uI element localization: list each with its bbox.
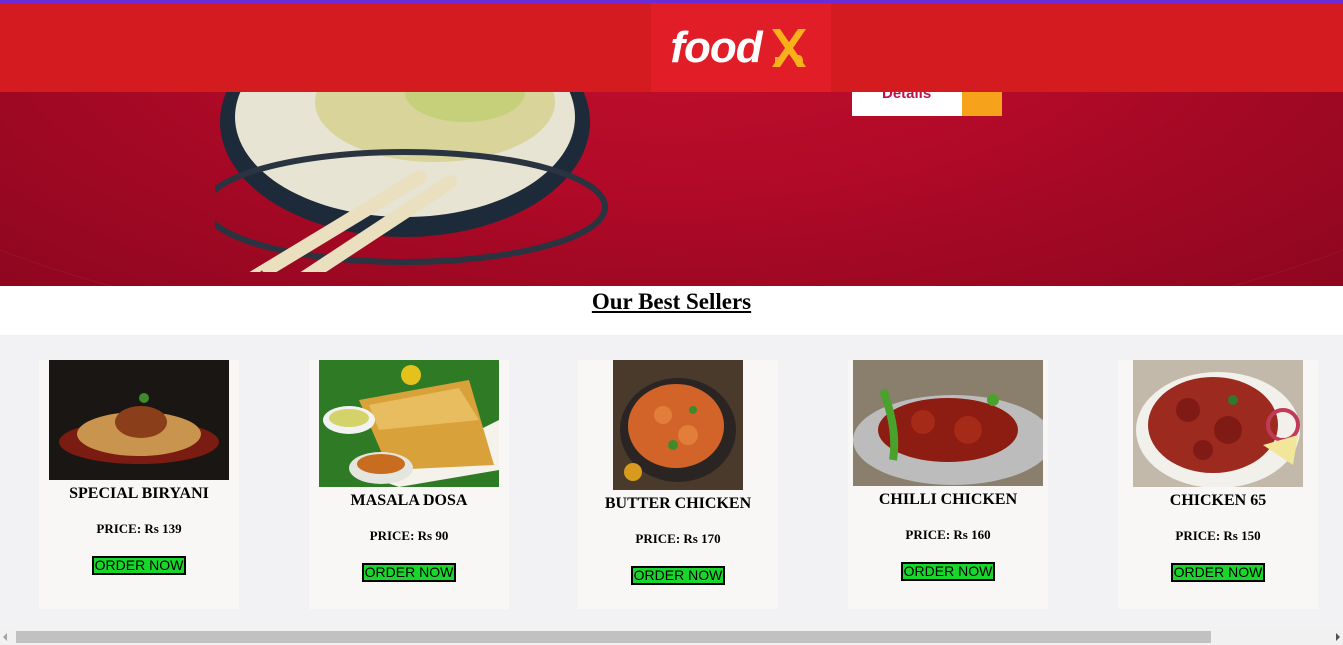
brand-logo[interactable]: food xyxy=(651,3,831,92)
details-button[interactable]: Details xyxy=(852,92,1002,116)
site-header: food xyxy=(0,3,1343,92)
horizontal-scrollbar[interactable] xyxy=(0,630,1343,645)
product-name: CHILLI CHICKEN xyxy=(878,491,1018,508)
product-price: PRICE: Rs 170 xyxy=(635,531,721,546)
product-card-dosa: MASALA DOSA PRICE: Rs 90 ORDER NOW xyxy=(309,360,509,609)
best-sellers-list: SPECIAL BIRYANI PRICE: Rs 139 ORDER NOW … xyxy=(0,335,1343,630)
order-now-button[interactable]: ORDER NOW xyxy=(361,563,457,582)
product-name: BUTTER CHICKEN xyxy=(604,495,752,512)
product-name: MASALA DOSA xyxy=(350,492,468,509)
order-now-button[interactable]: ORDER NOW xyxy=(900,562,996,581)
product-price: PRICE: Rs 150 xyxy=(1175,528,1261,543)
product-card-chicken-65: CHICKEN 65 PRICE: Rs 150 ORDER NOW xyxy=(1118,360,1318,609)
section-title: Our Best Sellers xyxy=(591,289,752,314)
order-now-button[interactable]: ORDER NOW xyxy=(1170,563,1266,582)
dosa-image xyxy=(319,360,499,487)
chevron-right-icon xyxy=(962,92,1002,116)
details-label: Details xyxy=(882,92,932,102)
scrollbar-thumb[interactable] xyxy=(16,631,1211,643)
chilli-chicken-image xyxy=(853,360,1043,486)
logo-text: food xyxy=(670,22,762,72)
chicken-65-image xyxy=(1133,360,1303,487)
hero-banner: Details xyxy=(0,92,1343,286)
product-card-biryani: SPECIAL BIRYANI PRICE: Rs 139 ORDER NOW xyxy=(39,360,239,609)
scroll-right-arrow-icon[interactable] xyxy=(1336,633,1340,641)
product-price: PRICE: Rs 90 xyxy=(369,528,449,543)
scroll-left-arrow-icon[interactable] xyxy=(3,633,7,641)
product-price: PRICE: Rs 160 xyxy=(905,527,991,542)
product-card-butter-chicken: BUTTER CHICKEN PRICE: Rs 170 ORDER NOW xyxy=(578,360,778,609)
product-price: PRICE: Rs 139 xyxy=(96,521,182,536)
product-name: SPECIAL BIRYANI xyxy=(69,485,209,502)
product-name: CHICKEN 65 xyxy=(1169,492,1267,509)
butter-chicken-image xyxy=(613,360,743,490)
order-now-button[interactable]: ORDER NOW xyxy=(630,566,726,585)
biryani-image xyxy=(49,360,229,480)
product-card-chilli-chicken: CHILLI CHICKEN PRICE: Rs 160 ORDER NOW xyxy=(848,360,1048,609)
order-now-button[interactable]: ORDER NOW xyxy=(91,556,187,575)
noodle-bowl-image xyxy=(215,92,608,272)
fork-spoon-x-icon xyxy=(771,28,806,67)
